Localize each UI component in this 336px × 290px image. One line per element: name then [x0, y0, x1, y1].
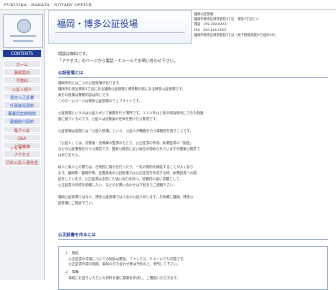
- sidebar-item-home[interactable]: ホーム: [3, 60, 41, 68]
- page-title: 福岡・博多公証役場: [57, 20, 139, 30]
- step-line: ２ 準備: [65, 270, 79, 274]
- main-content: 福岡・博多公証役場 福岡公証役場 福岡市博多区博多駅前3丁目 博多3丁目ビル 電…: [48, 10, 336, 290]
- intro-line: 「アクセス」のページから電話・Ｅメールでお問い合わせ下さい。: [58, 58, 178, 63]
- intro-line: 相談は無料です。: [58, 51, 90, 56]
- contents-header: CONTENTS: [3, 50, 41, 57]
- title-banner: 福岡・博多公証役場: [48, 10, 192, 44]
- steps-box: １ 相談 公正証書の作成についての相談は電話、ファックス、Ｅメールでも可能です。…: [58, 246, 328, 290]
- site-brand: FUKUOKA · HAKATA · NOTARY OFFICE: [4, 2, 92, 7]
- intro-text: 相談は無料です。 「アクセス」のページから電話・Ｅメールでお問い合わせ下さい。: [58, 50, 328, 64]
- address-line: 福岡市博多区博多駅前3丁目（地下鉄博多駅から徒歩5分）: [194, 32, 278, 37]
- sidebar-item-guardianship[interactable]: 任意後見契約: [3, 100, 41, 109]
- sidebar-item-fees[interactable]: 手数料: [3, 76, 41, 84]
- emblem-icon: [17, 19, 31, 33]
- section-title: 公証役場とは: [58, 70, 84, 75]
- sidebar-item-federation[interactable]: 日本公証人連合会: [3, 158, 41, 166]
- section-divider: [58, 239, 328, 240]
- top-link[interactable]: トップ: [10, 146, 22, 152]
- body-line: 証役場にご相談下さい。: [58, 201, 96, 205]
- logo-line: [10, 35, 36, 37]
- sidebar-item-access[interactable]: アクセス: [3, 150, 41, 158]
- sidebar-item-divorce[interactable]: 離婚給付契約: [3, 117, 41, 125]
- section-title: 公正証書を作るには: [58, 232, 96, 237]
- logo-line: [13, 40, 33, 42]
- office-logo: [3, 14, 43, 48]
- sidebar-item-will[interactable]: 遺言公正証書: [3, 92, 41, 101]
- nav-list: ホーム 業務案内 手数料 公証人紹介 遺言公正証書 任意後見契約 事業用定期借地…: [3, 60, 41, 166]
- sidebar-item-land-lease[interactable]: 事業用定期借地: [3, 109, 41, 117]
- section-body: 福岡市内には二つの公証役場があります。 福岡市中央区博多3丁目にある福岡公証役場…: [58, 80, 330, 206]
- sidebar-item-e-notary[interactable]: 電子公証: [3, 125, 41, 134]
- top-bar: FUKUOKA · HAKATA · NOTARY OFFICE: [0, 0, 336, 10]
- sidebar-item-services[interactable]: 業務案内: [3, 68, 41, 76]
- title-underline: [55, 32, 185, 33]
- sidebar-item-qa[interactable]: Q&A: [3, 133, 41, 142]
- section-divider: [58, 77, 328, 78]
- sidebar: CONTENTS ホーム 業務案内 手数料 公証人紹介 遺言公正証書 任意後見契…: [0, 10, 45, 280]
- sidebar-item-notary[interactable]: 公証人紹介: [3, 84, 41, 93]
- step-line: 公正証書作成の相談、事前の打ち合わせ等は予約の上、来所して下さい。: [65, 262, 181, 266]
- sidebar-item-documents[interactable]: 必要書類: [3, 141, 41, 150]
- step-line: １ 相談: [65, 251, 79, 255]
- office-address: 福岡公証役場 福岡市博多区博多駅前3丁目 博多3丁目ビル 電話 092-4XX-…: [194, 12, 336, 38]
- step-line: 事前にお送りいただいた資料を基に原案を作成し、ご確認いただきます。: [65, 276, 180, 280]
